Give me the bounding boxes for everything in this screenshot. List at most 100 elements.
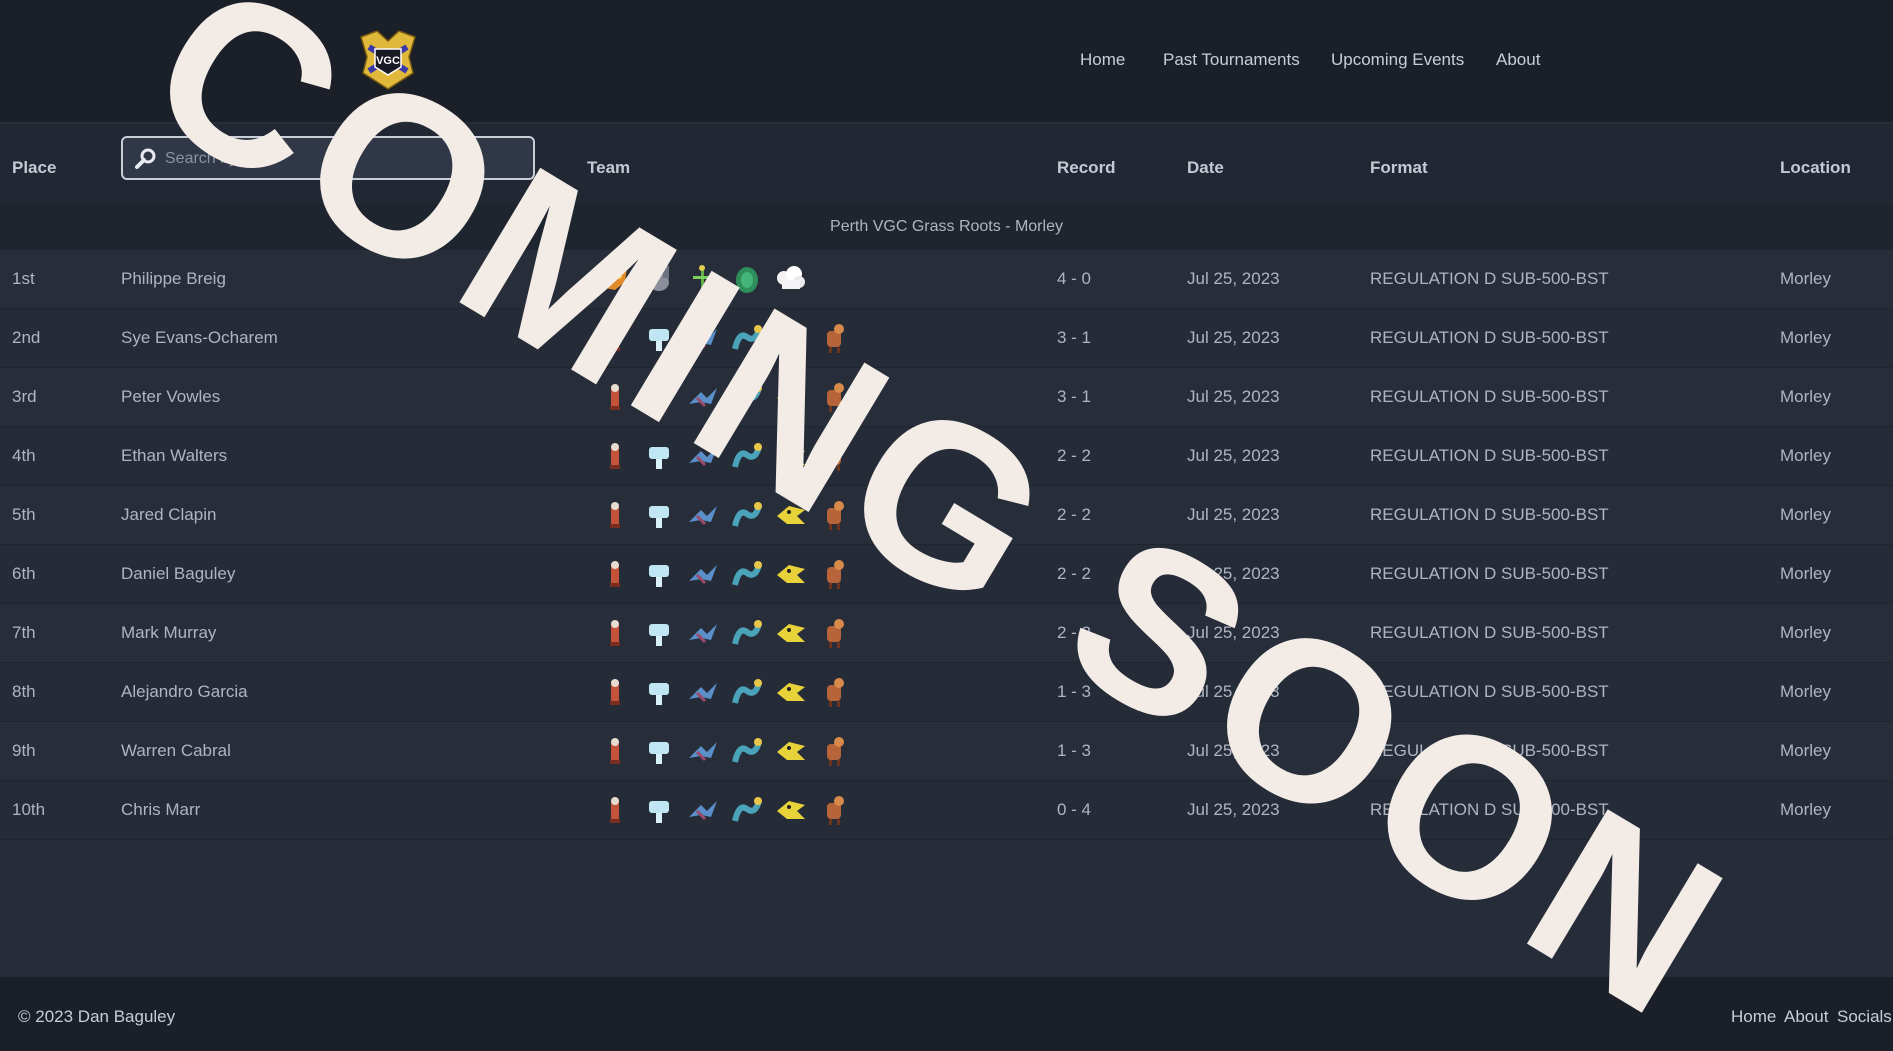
table-row[interactable]: 2nd Sye Evans-Ocharem 3 - 1 Jul 25, 2023 REG… bbox=[0, 309, 1893, 368]
brown-horse-icon[interactable] bbox=[817, 321, 853, 355]
nav-home[interactable]: Home bbox=[1080, 50, 1125, 70]
teal-serpent-icon[interactable] bbox=[729, 675, 765, 709]
date-cell: Jul 25, 2023 bbox=[1187, 623, 1280, 642]
header-format[interactable]: Format bbox=[1370, 158, 1428, 178]
header-record[interactable]: Record bbox=[1057, 158, 1116, 178]
light-blue-icon[interactable] bbox=[641, 439, 677, 473]
search-box[interactable] bbox=[121, 136, 535, 180]
red-fox-icon[interactable] bbox=[597, 439, 633, 473]
red-fox-icon[interactable] bbox=[597, 380, 633, 414]
table-row[interactable]: 4th Ethan Walters 2 - 2 Jul 25, 2023 REGULAT… bbox=[0, 427, 1893, 486]
player-name[interactable]: Ethan Walters bbox=[121, 446, 227, 466]
search-icon bbox=[135, 148, 156, 169]
teal-serpent-icon[interactable] bbox=[729, 439, 765, 473]
red-fox-icon[interactable] bbox=[597, 793, 633, 827]
player-name[interactable]: Jared Clapin bbox=[121, 505, 216, 525]
header-place[interactable]: Place bbox=[12, 158, 56, 178]
footer-link-socials[interactable]: Socials bbox=[1837, 1007, 1892, 1027]
teal-serpent-icon[interactable] bbox=[729, 321, 765, 355]
brown-horse-icon[interactable] bbox=[817, 616, 853, 650]
player-name[interactable]: Alejandro Garcia bbox=[121, 682, 248, 702]
yellow-bird-icon[interactable] bbox=[773, 616, 809, 650]
light-blue-icon[interactable] bbox=[641, 734, 677, 768]
table-row[interactable]: 10th Chris Marr 0 - 4 Jul 25, 2023 REGULATIO… bbox=[0, 781, 1893, 840]
yellow-bird-icon[interactable] bbox=[773, 439, 809, 473]
red-fox-icon[interactable] bbox=[597, 557, 633, 591]
location-cell: Morley bbox=[1780, 564, 1832, 583]
player-name[interactable]: Sye Evans-Ocharem bbox=[121, 328, 278, 348]
player-name[interactable]: Peter Vowles bbox=[121, 387, 220, 407]
brown-horse-icon[interactable] bbox=[817, 557, 853, 591]
blue-wing-icon[interactable] bbox=[685, 616, 721, 650]
yellow-bird-icon[interactable] bbox=[773, 734, 809, 768]
table-row[interactable]: 7th Mark Murray 2 - 2 Jul 25, 2023 REGULATIO… bbox=[0, 604, 1893, 663]
yellow-bird-icon[interactable] bbox=[773, 557, 809, 591]
table-row[interactable]: 8th Alejandro Garcia 1 - 3 Jul 25, 2023 REGU… bbox=[0, 663, 1893, 722]
header-team[interactable]: Team bbox=[587, 158, 630, 178]
nav-upcoming-events[interactable]: Upcoming Events bbox=[1331, 50, 1464, 70]
nav-about[interactable]: About bbox=[1496, 50, 1540, 70]
brown-horse-icon[interactable] bbox=[817, 734, 853, 768]
nav-past-tournaments[interactable]: Past Tournaments bbox=[1163, 50, 1300, 70]
yellow-bird-icon[interactable] bbox=[773, 380, 809, 414]
player-name[interactable]: Mark Murray bbox=[121, 623, 216, 643]
grey-creature-icon[interactable] bbox=[641, 262, 677, 296]
red-fox-icon[interactable] bbox=[597, 734, 633, 768]
player-name[interactable]: Daniel Baguley bbox=[121, 564, 235, 584]
green-leaf-icon[interactable] bbox=[729, 262, 765, 296]
teal-serpent-icon[interactable] bbox=[729, 557, 765, 591]
teal-serpent-icon[interactable] bbox=[729, 616, 765, 650]
yellow-bird-icon[interactable] bbox=[773, 321, 809, 355]
blue-wing-icon[interactable] bbox=[685, 321, 721, 355]
light-blue-icon[interactable] bbox=[641, 675, 677, 709]
green-stick-icon[interactable] bbox=[685, 262, 721, 296]
yellow-bird-icon[interactable] bbox=[773, 675, 809, 709]
red-fox-icon[interactable] bbox=[597, 321, 633, 355]
blue-wing-icon[interactable] bbox=[685, 793, 721, 827]
header-location[interactable]: Location bbox=[1780, 158, 1851, 178]
table-row[interactable]: 5th Jared Clapin 2 - 2 Jul 25, 2023 REGULATI… bbox=[0, 486, 1893, 545]
teal-serpent-icon[interactable] bbox=[729, 380, 765, 414]
player-name[interactable]: Philippe Breig bbox=[121, 269, 226, 289]
yellow-bird-icon[interactable] bbox=[773, 498, 809, 532]
table-row[interactable]: 1st Philippe Breig 4 - 0 Jul 25, 2023 REGULA… bbox=[0, 250, 1893, 309]
blue-wing-icon[interactable] bbox=[685, 439, 721, 473]
blue-wing-icon[interactable] bbox=[685, 557, 721, 591]
brown-horse-icon[interactable] bbox=[817, 380, 853, 414]
brown-horse-icon[interactable] bbox=[817, 675, 853, 709]
light-blue-icon[interactable] bbox=[641, 321, 677, 355]
player-name[interactable]: Chris Marr bbox=[121, 800, 200, 820]
format-cell: REGULATION D SUB-500-BST bbox=[1370, 505, 1609, 524]
brown-horse-icon[interactable] bbox=[817, 439, 853, 473]
light-blue-icon[interactable] bbox=[641, 380, 677, 414]
yellow-bird-icon[interactable] bbox=[773, 793, 809, 827]
light-blue-icon[interactable] bbox=[641, 498, 677, 532]
teal-serpent-icon[interactable] bbox=[729, 793, 765, 827]
brown-horse-icon[interactable] bbox=[817, 793, 853, 827]
team-sprites bbox=[597, 675, 853, 709]
table-row[interactable]: 3rd Peter Vowles 3 - 1 Jul 25, 2023 REGULATI… bbox=[0, 368, 1893, 427]
search-input[interactable] bbox=[163, 138, 527, 180]
light-blue-icon[interactable] bbox=[641, 793, 677, 827]
blue-wing-icon[interactable] bbox=[685, 498, 721, 532]
red-fox-icon[interactable] bbox=[597, 498, 633, 532]
blue-wing-icon[interactable] bbox=[685, 734, 721, 768]
footer-link-home[interactable]: Home bbox=[1731, 1007, 1776, 1027]
red-fox-icon[interactable] bbox=[597, 616, 633, 650]
light-blue-icon[interactable] bbox=[641, 616, 677, 650]
light-blue-icon[interactable] bbox=[641, 557, 677, 591]
white-cloud-icon[interactable] bbox=[773, 262, 809, 296]
vgc-logo[interactable]: VGC bbox=[355, 27, 421, 93]
table-row[interactable]: 9th Warren Cabral 1 - 3 Jul 25, 2023 REGULAT… bbox=[0, 722, 1893, 781]
player-name[interactable]: Warren Cabral bbox=[121, 741, 231, 761]
blue-wing-icon[interactable] bbox=[685, 675, 721, 709]
footer-link-about[interactable]: About bbox=[1784, 1007, 1828, 1027]
teal-serpent-icon[interactable] bbox=[729, 734, 765, 768]
header-date[interactable]: Date bbox=[1187, 158, 1224, 178]
teal-serpent-icon[interactable] bbox=[729, 498, 765, 532]
blue-wing-icon[interactable] bbox=[685, 380, 721, 414]
brown-horse-icon[interactable] bbox=[817, 498, 853, 532]
red-fox-icon[interactable] bbox=[597, 675, 633, 709]
table-row[interactable]: 6th Daniel Baguley 2 - 2 Jul 25, 2023 REGULA… bbox=[0, 545, 1893, 604]
orange-bird-icon[interactable] bbox=[597, 262, 633, 296]
